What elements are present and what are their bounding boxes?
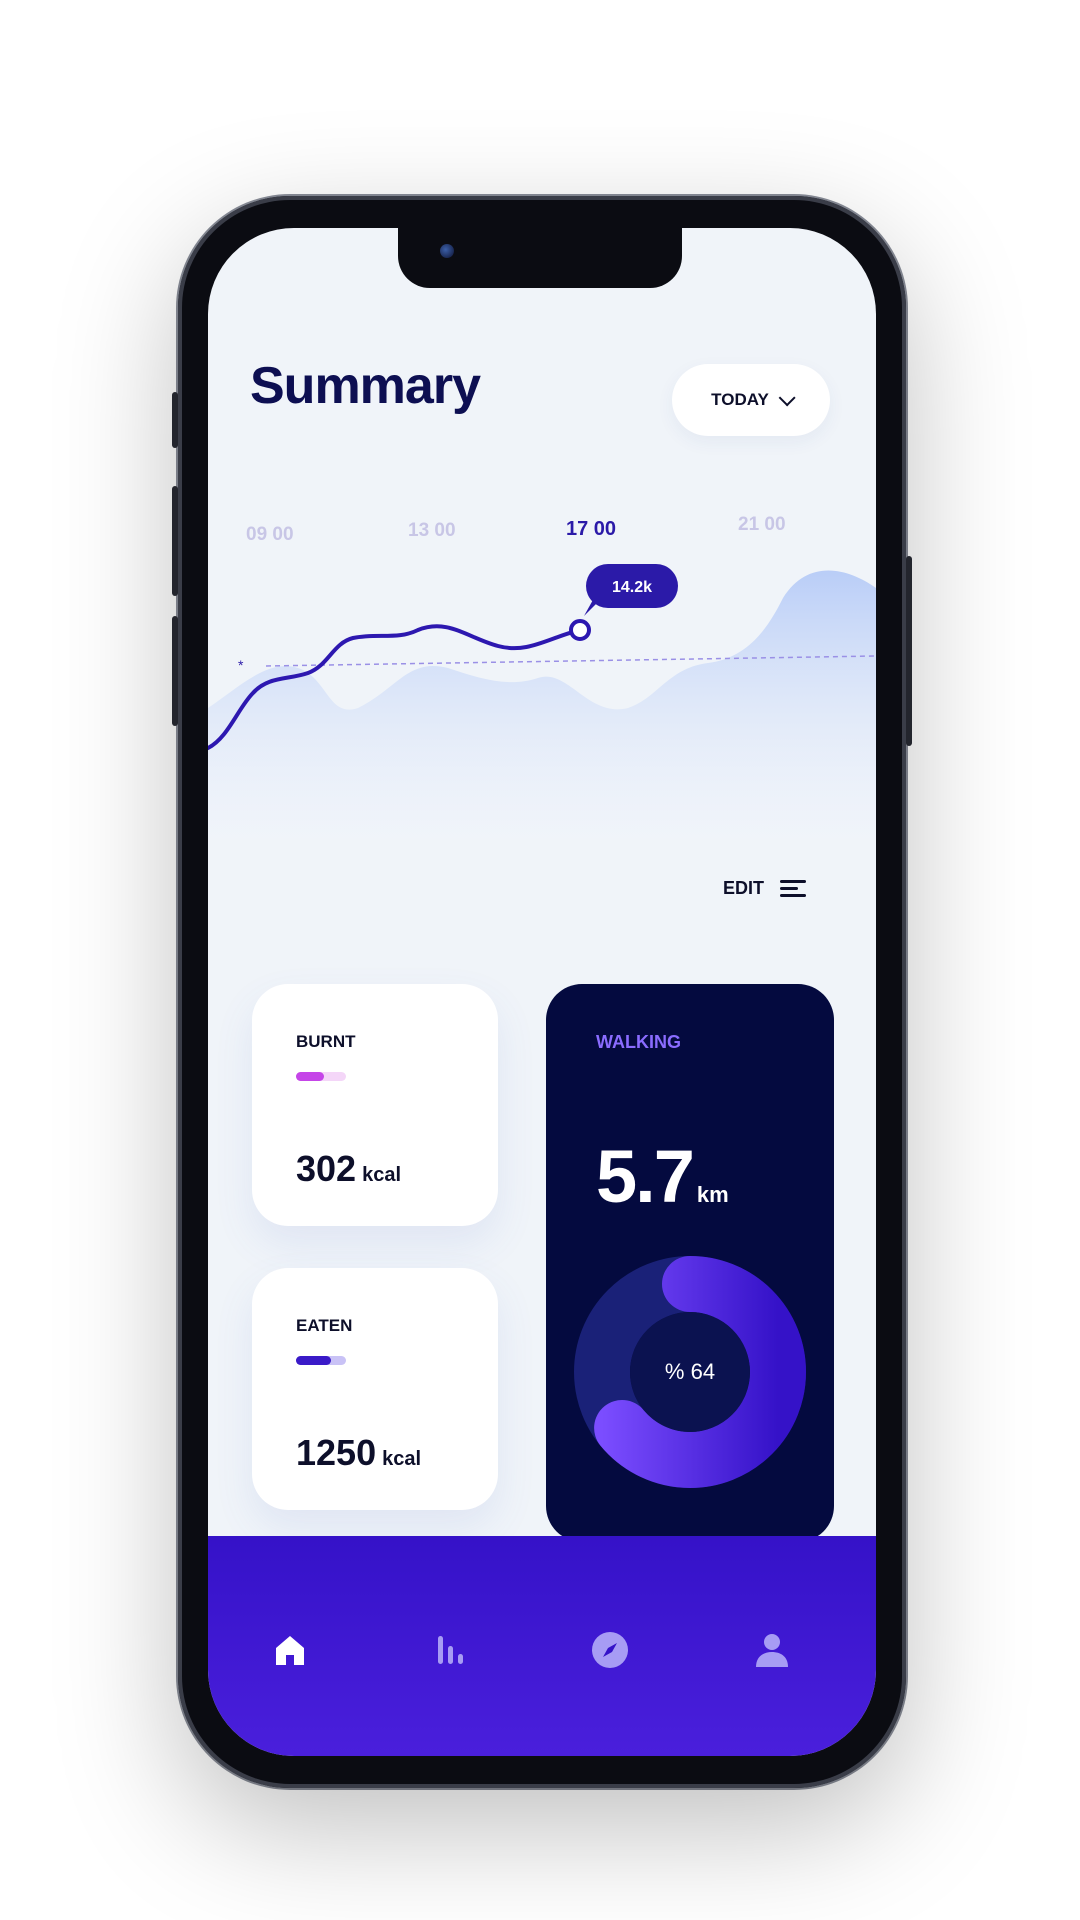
walking-unit: km bbox=[696, 1182, 729, 1207]
burnt-value-row: 302 kcal bbox=[296, 1148, 401, 1190]
eaten-value-row: 1250 kcal bbox=[296, 1432, 421, 1474]
eaten-unit: kcal bbox=[382, 1448, 422, 1470]
stats-icon bbox=[438, 1636, 463, 1664]
volume-up-button bbox=[172, 486, 178, 596]
burnt-card[interactable]: BURNT 302 kcal bbox=[252, 984, 498, 1226]
eaten-label: EATEN bbox=[296, 1316, 353, 1335]
nav-stats[interactable] bbox=[426, 1626, 474, 1674]
phone-frame: Summary TODAY 09 00 13 00 17 00 21 00 * bbox=[172, 196, 912, 1788]
period-label: TODAY bbox=[711, 390, 769, 409]
bottom-nav bbox=[208, 1536, 876, 1756]
time-label[interactable]: 13 00 bbox=[408, 520, 456, 542]
tooltip-value: 14.2k bbox=[612, 579, 652, 596]
activity-area bbox=[208, 570, 876, 838]
burnt-progress-fill bbox=[296, 1072, 324, 1081]
walking-progress-donut: % 64 bbox=[572, 1250, 808, 1494]
burnt-unit: kcal bbox=[362, 1164, 402, 1186]
burnt-progress-bar bbox=[296, 1072, 346, 1081]
menu-lines-icon bbox=[780, 876, 806, 901]
profile-icon bbox=[756, 1634, 788, 1667]
period-dropdown[interactable]: TODAY bbox=[672, 364, 830, 436]
walking-distance-row: 5.7 km bbox=[596, 1134, 729, 1219]
volume-down-button bbox=[172, 616, 178, 726]
nav-home[interactable] bbox=[266, 1626, 314, 1674]
page-title: Summary bbox=[250, 357, 481, 415]
eaten-progress-fill bbox=[296, 1356, 331, 1365]
selected-point[interactable] bbox=[569, 619, 591, 641]
eaten-card[interactable]: EATEN 1250 kcal bbox=[252, 1268, 498, 1510]
walking-label: WALKING bbox=[596, 1032, 681, 1052]
activity-chart: * 14.2k bbox=[208, 564, 876, 838]
nav-explore[interactable] bbox=[586, 1626, 634, 1674]
time-label[interactable]: 09 00 bbox=[246, 524, 294, 546]
burnt-value: 302 bbox=[296, 1148, 357, 1189]
chevron-down-icon bbox=[778, 389, 796, 407]
tooltip: 14.2k bbox=[584, 564, 678, 616]
app-screen: Summary TODAY 09 00 13 00 17 00 21 00 * bbox=[208, 228, 876, 1756]
mute-switch bbox=[172, 392, 178, 448]
walking-percent: % 64 bbox=[664, 1359, 716, 1384]
walking-card[interactable]: WALKING 5.7 km % 64 bbox=[546, 984, 834, 1542]
baseline-marker: * bbox=[238, 657, 244, 673]
edit-button[interactable]: EDIT bbox=[723, 876, 806, 901]
eaten-value: 1250 bbox=[296, 1432, 377, 1473]
edit-label: EDIT bbox=[722, 878, 764, 898]
compass-icon bbox=[592, 1632, 628, 1668]
timeline: 09 00 13 00 17 00 21 00 bbox=[208, 514, 876, 558]
walking-distance: 5.7 bbox=[596, 1135, 695, 1218]
eaten-progress-bar bbox=[296, 1356, 346, 1365]
power-button bbox=[906, 556, 912, 746]
home-icon bbox=[276, 1636, 304, 1665]
burnt-label: BURNT bbox=[296, 1032, 356, 1051]
front-camera bbox=[440, 244, 454, 258]
notch bbox=[398, 228, 682, 288]
time-label[interactable]: 21 00 bbox=[738, 514, 786, 536]
nav-profile[interactable] bbox=[748, 1626, 796, 1674]
time-label-active[interactable]: 17 00 bbox=[566, 518, 616, 541]
